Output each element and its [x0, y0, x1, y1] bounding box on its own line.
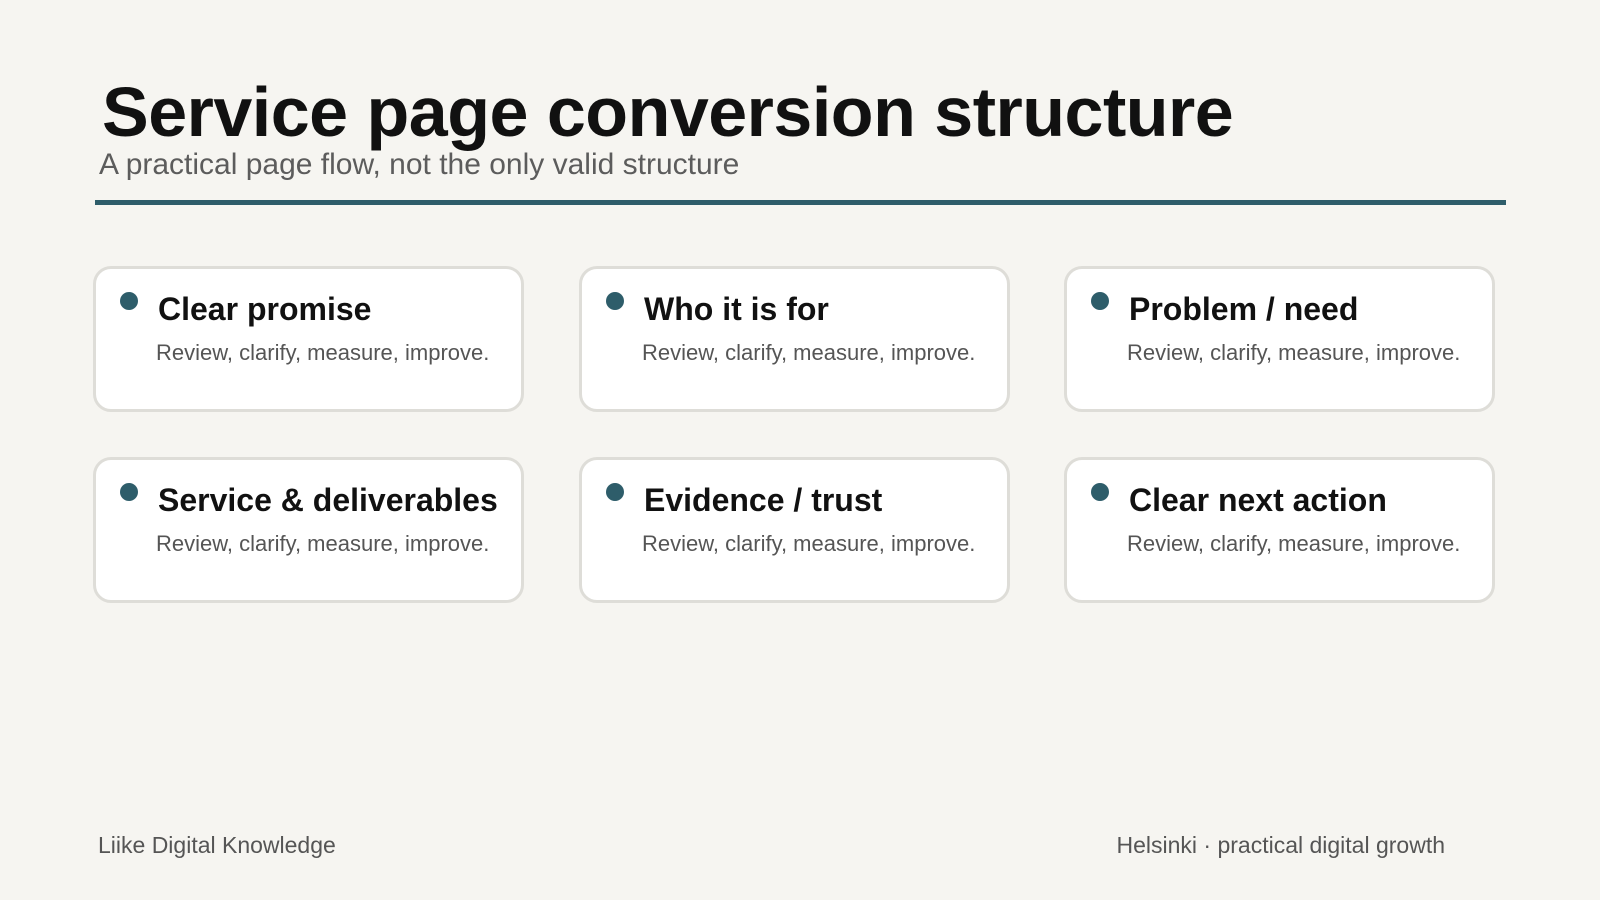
- card-title: Who it is for: [644, 291, 829, 327]
- page-subtitle: A practical page flow, not the only vali…: [99, 148, 740, 181]
- bullet-dot-icon: [120, 483, 138, 501]
- card-evidence-trust: Evidence / trust Review, clarify, measur…: [579, 457, 1010, 603]
- card-who-it-is-for: Who it is for Review, clarify, measure, …: [579, 266, 1010, 412]
- card-text: Review, clarify, measure, improve.: [1127, 531, 1461, 556]
- card-service-deliverables: Service & deliverables Review, clarify, …: [93, 457, 524, 603]
- card-title: Problem / need: [1129, 291, 1359, 327]
- card-title: Evidence / trust: [644, 482, 883, 518]
- bullet-dot-icon: [606, 483, 624, 501]
- card-text: Review, clarify, measure, improve.: [642, 531, 976, 556]
- card-title: Clear next action: [1129, 482, 1387, 518]
- card-title: Clear promise: [158, 291, 372, 327]
- card-text: Review, clarify, measure, improve.: [642, 340, 976, 365]
- bullet-dot-icon: [120, 292, 138, 310]
- bullet-dot-icon: [606, 292, 624, 310]
- bullet-dot-icon: [1091, 292, 1109, 310]
- title-divider: [95, 200, 1506, 205]
- card-clear-next-action: Clear next action Review, clarify, measu…: [1064, 457, 1495, 603]
- card-title: Service & deliverables: [158, 482, 498, 518]
- footer-brand: Liike Digital Knowledge: [98, 832, 336, 858]
- page-title: Service page conversion structure: [102, 73, 1234, 151]
- footer-tagline: Helsinki · practical digital growth: [1116, 832, 1445, 858]
- card-problem-need: Problem / need Review, clarify, measure,…: [1064, 266, 1495, 412]
- card-text: Review, clarify, measure, improve.: [156, 531, 490, 556]
- slide: Service page conversion structure A prac…: [0, 0, 1600, 900]
- card-clear-promise: Clear promise Review, clarify, measure, …: [93, 266, 524, 412]
- bullet-dot-icon: [1091, 483, 1109, 501]
- card-text: Review, clarify, measure, improve.: [156, 340, 490, 365]
- card-text: Review, clarify, measure, improve.: [1127, 340, 1461, 365]
